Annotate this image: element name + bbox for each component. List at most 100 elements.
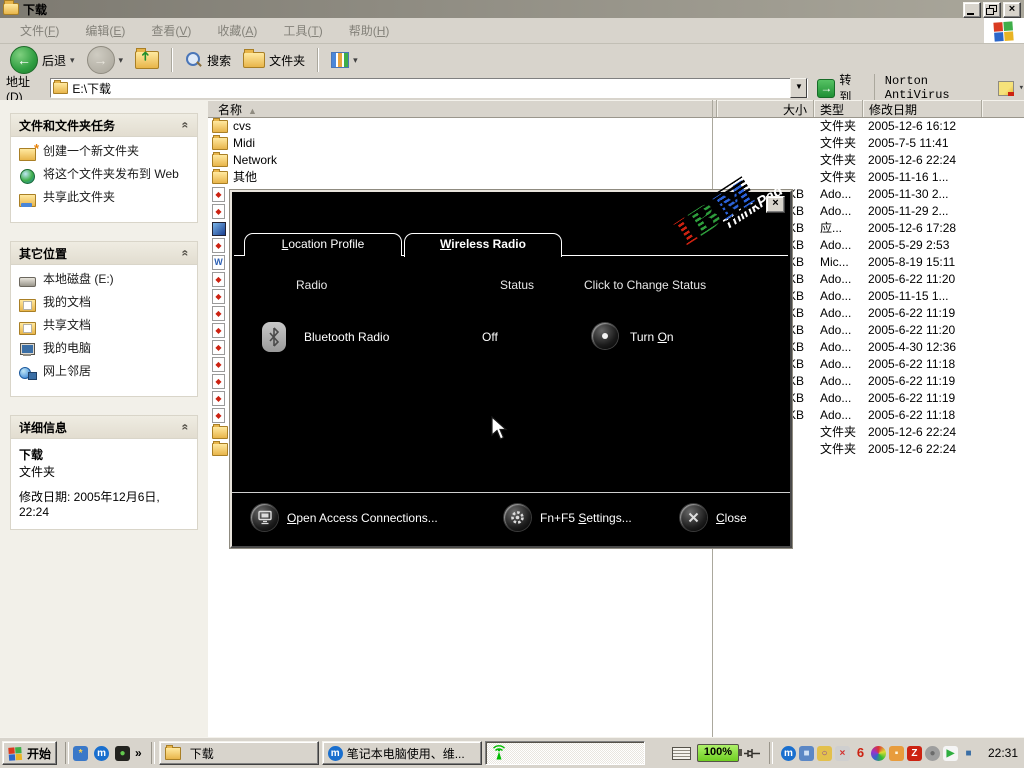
file-tasks-header[interactable]: 文件和文件夹任务 « [11,114,197,137]
computer-icon [257,510,273,525]
collapse-chevron-icon[interactable]: « [179,122,193,129]
folders-button[interactable]: 文件夹 [239,50,309,71]
dialog-close-button[interactable]: × [766,196,785,213]
lightning-tray-icon[interactable]: Z [907,746,922,761]
fn-f5-settings-label[interactable]: Fn+F5 Settings... [540,511,632,525]
taskbar-clock[interactable]: 22:31 [988,746,1018,760]
table-row[interactable]: 其他文件夹2005-11-16 1... [208,169,1024,186]
address-dropdown-icon[interactable]: ▼ [790,78,807,98]
menu-item-2[interactable]: 查看(V) [139,20,203,41]
search-icon [185,51,203,69]
keyboard-layout-icon[interactable] [672,747,691,760]
column-header-date[interactable]: 修改日期 [863,100,982,117]
views-icon [331,52,349,68]
power-dot-icon [602,333,608,339]
menu-item-4[interactable]: 工具(T) [271,20,334,41]
open-access-connections-label[interactable]: Open Access Connections... [287,511,438,525]
sidebar-item-task-0[interactable]: 创建一个新文件夹 [19,144,191,160]
maxthon-tray-icon[interactable]: m [781,746,796,761]
forward-button[interactable]: → ▾ [83,44,128,76]
tab-location-profile[interactable]: Location Profile [244,233,402,256]
details-header[interactable]: 详细信息 « [11,416,197,439]
task-label: 下载 [190,745,214,762]
file-date: 2005-11-15 1... [860,288,978,305]
sidebar-item-place-2[interactable]: 共享文档 [19,318,191,334]
turn-on-button[interactable] [592,323,618,349]
norton-antivirus-button[interactable]: Norton AntiVirus ▾ [874,74,1024,102]
menu-item-0[interactable]: 文件(F) [8,20,71,41]
collapse-chevron-icon[interactable]: « [179,250,193,257]
views-button[interactable]: ▾ [327,50,362,70]
restore-button[interactable] [983,2,1001,18]
title-bar[interactable]: 下载 × [0,0,1024,18]
search-label: 搜索 [207,52,231,69]
search-button[interactable]: 搜索 [181,49,235,71]
quick-launch-overflow-chevron[interactable]: » [135,746,142,760]
back-dropdown-icon[interactable]: ▾ [70,55,75,66]
address-input[interactable]: E:\下载 [50,78,808,98]
network-computer-tray-icon[interactable]: ■ [961,746,976,761]
sidebar-item-place-0[interactable]: 本地磁盘 (E:) [19,272,191,288]
taskbar-task-browser[interactable]: m 笔记本电脑使用、维... [322,741,482,765]
pdf-file-icon [212,238,225,253]
messenger-quicklaunch-icon[interactable]: * [73,746,88,761]
fn-f5-settings-button[interactable] [504,504,531,531]
views-dropdown-icon[interactable]: ▾ [353,55,358,66]
window-title: 下载 [23,1,47,18]
file-date: 2005-11-30 2... [860,186,978,203]
sidebar-item-task-1[interactable]: 将这个文件夹发布到 Web [19,167,191,183]
sidebar-item-place-4[interactable]: 网上邻居 [19,364,191,380]
file-date: 2005-6-22 11:19 [860,305,978,322]
other-places-header[interactable]: 其它位置 « [11,242,197,265]
sidebar-item-place-3[interactable]: 我的电脑 [19,341,191,357]
maxthon-quicklaunch-icon[interactable]: m [94,746,109,761]
media-play-tray-icon[interactable]: ▶ [943,746,958,761]
back-button[interactable]: ← 后退 ▾ [6,44,79,76]
menu-item-5[interactable]: 帮助(H) [337,20,402,41]
taskbar-task-wireless[interactable] [485,741,645,765]
column-header-type[interactable]: 类型 [814,100,863,117]
pdf-file-icon [212,289,225,304]
table-row[interactable]: Midi文件夹2005-7-5 11:41 [208,135,1024,152]
power-plug-icon[interactable] [743,747,761,760]
norton-dropdown-icon[interactable]: ▾ [1019,83,1024,93]
file-type: 文件夹 [812,441,860,458]
menu-item-3[interactable]: 收藏(A) [205,20,269,41]
search-colorful-tray-icon[interactable]: ○ [817,746,832,761]
column-header-name[interactable]: 名称▲ [208,100,717,117]
forward-dropdown-icon[interactable]: ▾ [119,55,124,66]
up-button[interactable] [131,49,163,71]
red-app-tray-icon[interactable]: 6 [853,746,868,761]
sidebar-item-task-2[interactable]: 共享此文件夹 [19,190,191,206]
file-type: Ado... [812,373,860,390]
task-pane: 文件和文件夹任务 « 创建一个新文件夹将这个文件夹发布到 Web 共享此文件夹 其… [0,100,208,738]
battery-indicator[interactable]: 100% [697,744,739,762]
acdsee-quicklaunch-icon[interactable]: ● [115,746,130,761]
menu-item-1[interactable]: 编辑(E) [73,20,137,41]
tab-wireless-radio[interactable]: Wireless Radio [404,233,562,257]
minimize-button[interactable] [963,2,981,18]
sidebar-item-place-1[interactable]: 我的文档 [19,295,191,311]
color-wheel-tray-icon[interactable] [871,746,886,761]
system-tray: 100% m■○×6▪Z●▶■ 22:31 [672,742,1022,764]
folder-icon [212,120,228,133]
disabled-device-tray-icon[interactable]: × [835,746,850,761]
start-label: 开始 [27,745,51,762]
dialog-close-round-button[interactable] [680,504,707,531]
collapse-chevron-icon[interactable]: « [179,424,193,431]
gray-ball-tray-icon[interactable]: ● [925,746,940,761]
column-header-size[interactable]: 大小 [717,100,814,117]
network-monitors-tray-icon[interactable]: ■ [799,746,814,761]
close-label[interactable]: Close [716,511,747,525]
windows-logo [984,18,1024,43]
start-button[interactable]: 开始 [2,741,57,765]
orange-window-tray-icon[interactable]: ▪ [889,746,904,761]
open-access-connections-button[interactable] [251,504,278,531]
taskbar-task-download[interactable]: 下载 [159,741,319,765]
table-row[interactable]: Network文件夹2005-12-6 22:24 [208,152,1024,169]
table-row[interactable]: cvs文件夹2005-12-6 16:12 [208,118,1024,135]
turn-on-label[interactable]: Turn On [630,330,674,344]
file-date: 2005-12-6 22:24 [860,424,978,441]
close-button[interactable]: × [1003,2,1021,18]
radio-name: Bluetooth Radio [304,330,389,344]
